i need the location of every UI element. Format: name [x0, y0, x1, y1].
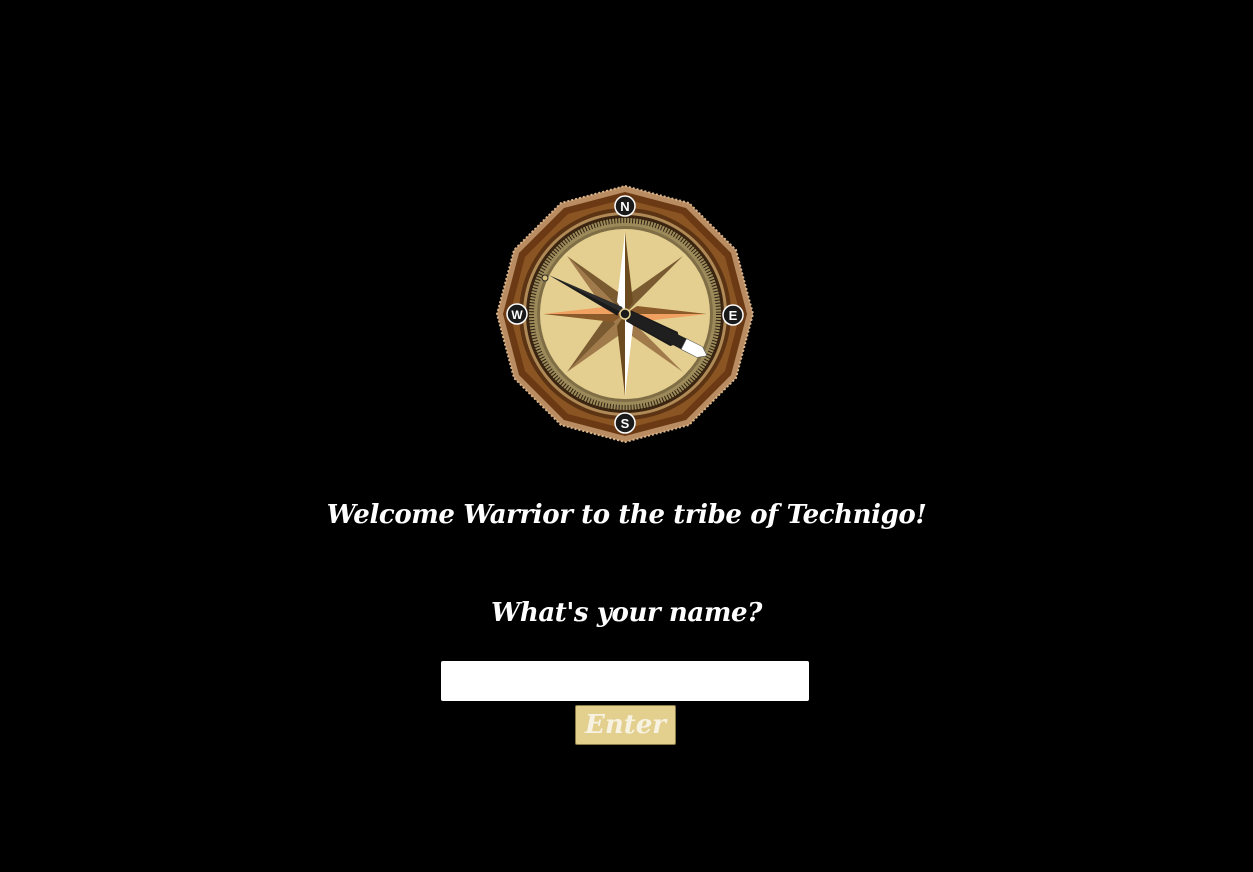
name-question: What's your name? — [491, 598, 762, 628]
welcome-heading: Welcome Warrior to the tribe of Technigo… — [326, 500, 927, 530]
compass-icon: N E S W — [496, 185, 754, 443]
compass-north-marker: N — [614, 195, 636, 217]
compass-north-label: N — [620, 199, 629, 214]
compass-south-label: S — [621, 416, 630, 431]
compass-west-label: W — [511, 308, 523, 322]
welcome-page: N E S W Welcome Warrior to the tribe of … — [0, 0, 1253, 872]
compass-south-marker: S — [614, 412, 636, 434]
enter-button[interactable]: Enter — [575, 705, 676, 745]
compass-east-marker: E — [722, 304, 744, 326]
compass-west-marker: W — [506, 303, 528, 325]
name-input[interactable] — [441, 661, 809, 701]
compass-east-label: E — [729, 308, 738, 323]
